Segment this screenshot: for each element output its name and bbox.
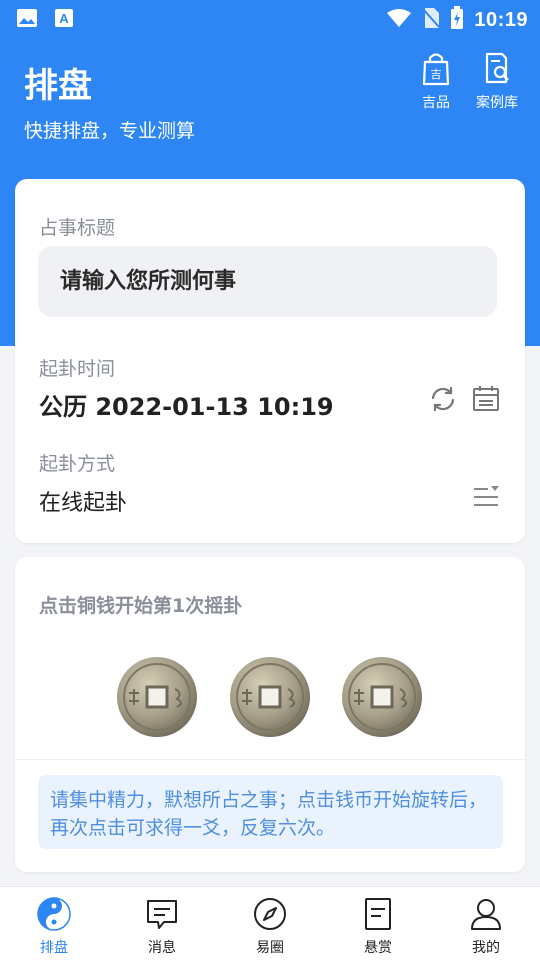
user-icon xyxy=(469,899,503,935)
method-select-button[interactable] xyxy=(471,483,501,513)
coin-2-icon xyxy=(230,657,310,737)
svg-text:吉: 吉 xyxy=(431,68,442,81)
method-value[interactable]: 在线起卦 xyxy=(39,485,127,517)
shopping-bag-icon: 吉 xyxy=(421,53,451,90)
message-icon xyxy=(145,900,179,935)
page-subtitle: 快捷排盘，专业测算 xyxy=(24,120,196,142)
text-app-icon: A xyxy=(54,8,74,32)
tab-reward-label: 悬赏 xyxy=(364,940,392,956)
tab-mine-label: 我的 xyxy=(472,940,500,956)
clock: 10:19 xyxy=(474,8,528,31)
status-bar: A 10:19 xyxy=(0,0,540,36)
calendar-button[interactable] xyxy=(471,386,501,416)
divination-form-card: 占事标题 起卦时间 公历 2022-01-13 10:19 起卦方式 在线起卦 xyxy=(15,179,525,543)
coin-3[interactable] xyxy=(340,655,424,739)
no-sim-icon xyxy=(422,7,441,33)
time-label: 起卦时间 xyxy=(39,358,116,380)
case-library-label: 案例库 xyxy=(476,95,518,111)
svg-text:A: A xyxy=(59,11,69,26)
battery-charging-icon xyxy=(450,6,464,34)
coin-3-icon xyxy=(342,657,422,737)
shake-hint: 点击铜钱开始第1次摇卦 xyxy=(39,595,243,617)
refresh-time-button[interactable] xyxy=(428,386,458,416)
tab-reward[interactable]: 悬赏 xyxy=(338,897,418,957)
wifi-icon xyxy=(386,8,412,32)
tab-paipan-label: 排盘 xyxy=(40,940,68,956)
time-value[interactable]: 公历 2022-01-13 10:19 xyxy=(39,387,334,422)
goods-label: 吉品 xyxy=(422,95,450,111)
calendar-icon xyxy=(472,385,500,417)
tab-messages[interactable]: 消息 xyxy=(122,897,202,957)
filter-list-icon xyxy=(472,482,500,514)
tab-yiquan-label: 易圈 xyxy=(256,940,284,956)
divider xyxy=(15,759,525,760)
tab-paipan[interactable]: 排盘 xyxy=(14,897,94,957)
bottom-tab-bar: 排盘 消息 易圈 悬赏 我的 xyxy=(0,886,540,960)
image-icon xyxy=(16,8,38,32)
compass-icon xyxy=(253,898,287,935)
title-label: 占事标题 xyxy=(39,217,116,239)
title-input[interactable] xyxy=(38,246,497,317)
tab-messages-label: 消息 xyxy=(148,940,176,956)
case-library-button[interactable]: 案例库 xyxy=(467,52,527,112)
tab-yiquan[interactable]: 易圈 xyxy=(230,897,310,957)
coin-1[interactable] xyxy=(115,655,199,739)
coin-2[interactable] xyxy=(228,655,312,739)
case-search-icon xyxy=(482,52,512,90)
method-label: 起卦方式 xyxy=(39,453,116,475)
refresh-icon xyxy=(429,385,457,417)
coin-1-icon xyxy=(117,657,197,737)
yin-yang-icon xyxy=(37,897,71,935)
tab-mine[interactable]: 我的 xyxy=(446,897,526,957)
coin-shake-card: 点击铜钱开始第1次摇卦 请集中精力，默想所占之事；点击钱币开始旋转后，再次点击可… xyxy=(15,557,525,872)
goods-button[interactable]: 吉 吉品 xyxy=(406,52,466,112)
page-title: 排盘 xyxy=(24,66,92,106)
document-icon xyxy=(361,898,395,935)
instruction-tip: 请集中精力，默想所占之事；点击钱币开始旋转后，再次点击可求得一爻，反复六次。 xyxy=(38,775,503,849)
